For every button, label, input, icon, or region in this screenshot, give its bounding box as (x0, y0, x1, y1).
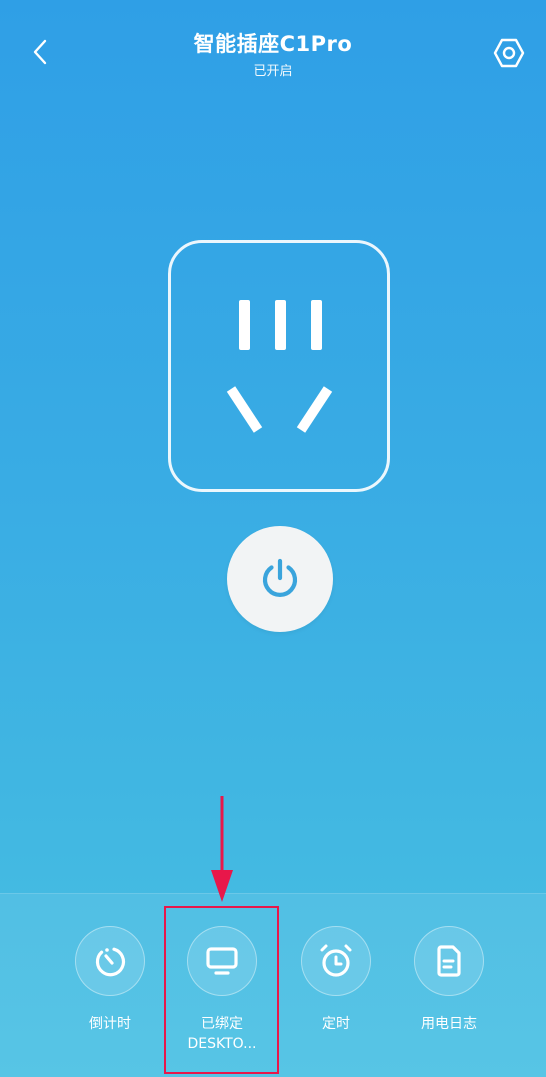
power-outlet-icon (168, 240, 390, 492)
bound-device-label: 已绑定 (201, 1016, 243, 1032)
bound-device-name: DESKTO... (187, 1036, 257, 1052)
power-log-button[interactable]: 用电日志 (394, 926, 504, 1034)
schedule-icon-circle (301, 926, 371, 996)
smart-socket-screen: 智能插座C1Pro 已开启 倒计时 已绑定 DESKTO... 定时 用电日志 (0, 0, 546, 1077)
header: 智能插座C1Pro 已开启 (0, 0, 546, 100)
bottom-action-bar: 倒计时 已绑定 DESKTO... 定时 用电日志 (0, 893, 546, 1077)
bound-device-button[interactable]: 已绑定 DESKTO... (167, 926, 277, 1054)
settings-hexagon-icon (493, 38, 525, 68)
power-log-label: 用电日志 (421, 1016, 477, 1032)
power-log-icon-circle (414, 926, 484, 996)
device-status: 已开启 (253, 64, 293, 79)
document-log-icon (437, 945, 461, 977)
page-title: 智能插座C1Pro (193, 32, 353, 56)
bound-device-icon-circle (187, 926, 257, 996)
monitor-icon (206, 947, 238, 975)
annotation-arrow (211, 796, 233, 902)
power-toggle-button[interactable] (227, 526, 333, 632)
countdown-timer-icon (95, 947, 126, 977)
alarm-clock-icon (320, 944, 352, 977)
countdown-button[interactable]: 倒计时 (55, 926, 165, 1034)
power-icon (262, 558, 298, 597)
schedule-button[interactable]: 定时 (281, 926, 391, 1034)
schedule-label: 定时 (322, 1016, 350, 1032)
countdown-icon-circle (75, 926, 145, 996)
outlet-slots (226, 300, 333, 433)
settings-button[interactable] (490, 34, 528, 72)
countdown-label: 倒计时 (89, 1016, 131, 1032)
